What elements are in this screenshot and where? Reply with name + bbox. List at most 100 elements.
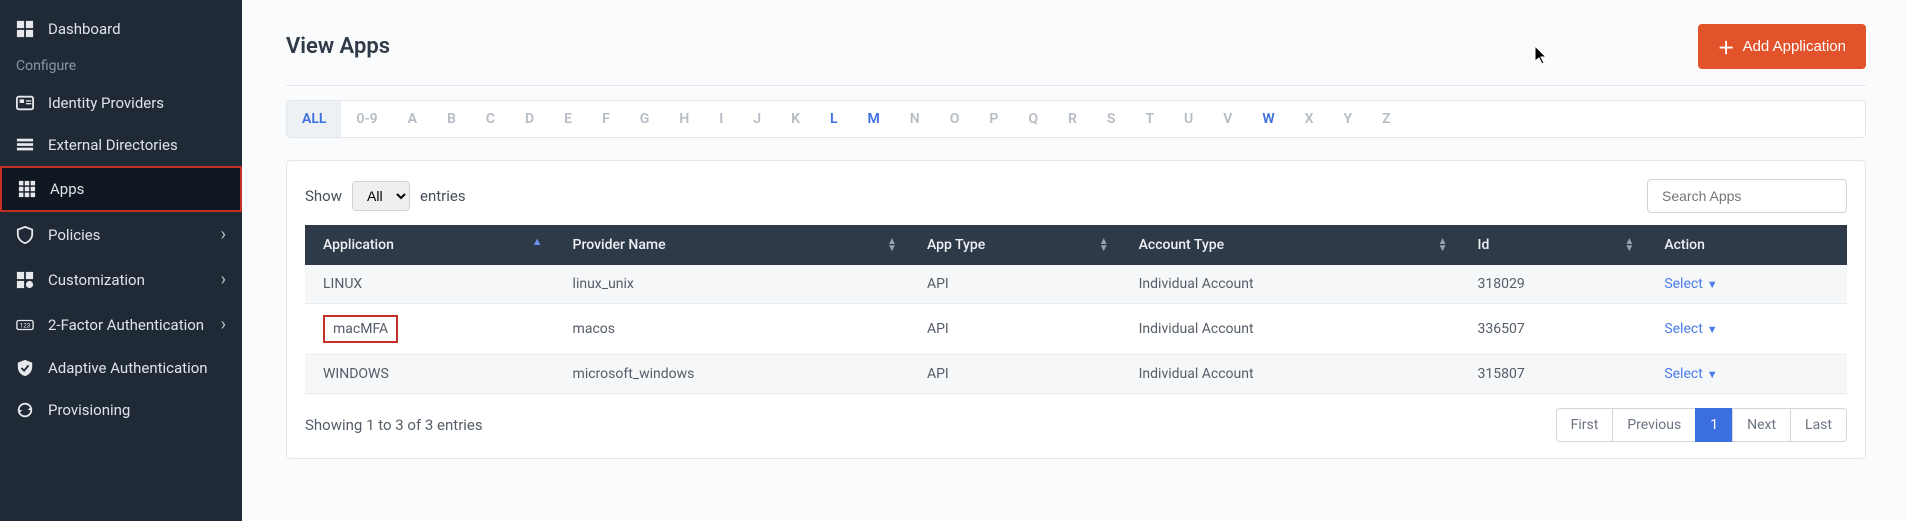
chevron-right-icon: ›	[221, 224, 226, 245]
col-id[interactable]: Id▲▼	[1459, 225, 1646, 265]
alpha-filter-W[interactable]: W	[1247, 101, 1289, 137]
alpha-filter-G[interactable]: G	[625, 101, 665, 137]
cell-account: Individual Account	[1121, 304, 1460, 355]
alpha-filter-K[interactable]: K	[776, 101, 815, 137]
alpha-filter-I[interactable]: I	[704, 101, 738, 137]
shield-icon	[16, 226, 34, 244]
sidebar-item-identity-providers[interactable]: Identity Providers	[0, 82, 242, 124]
apps-tbody: LINUXlinux_unixAPIIndividual Account3180…	[305, 265, 1847, 394]
alpha-filter-A[interactable]: A	[393, 101, 432, 137]
alpha-filter-V[interactable]: V	[1208, 101, 1247, 137]
apps-card: Show All entries Application ▲ Provider …	[286, 160, 1866, 459]
entries-label: entries	[420, 187, 466, 205]
col-label: Application	[323, 237, 394, 253]
sort-icon: ▲▼	[1624, 238, 1634, 252]
alpha-filter-E[interactable]: E	[549, 101, 587, 137]
pager-prev[interactable]: Previous	[1612, 408, 1696, 442]
alpha-filter-0-9[interactable]: 0-9	[341, 101, 392, 137]
cell-provider: microsoft_windows	[555, 355, 909, 394]
sidebar-item-apps[interactable]: Apps	[0, 166, 242, 212]
cell-apptype: API	[909, 355, 1121, 394]
sidebar-item-provisioning[interactable]: Provisioning	[0, 389, 242, 431]
apps-table: Application ▲ Provider Name ▲▼ App Type▲▼…	[305, 225, 1847, 394]
sidebar-item-policies[interactable]: Policies ›	[0, 212, 242, 257]
action-select[interactable]: Select▼	[1664, 366, 1717, 382]
sidebar-item-external-directories[interactable]: External Directories	[0, 124, 242, 166]
cell-id: 315807	[1459, 355, 1646, 394]
col-provider[interactable]: Provider Name ▲▼	[555, 225, 909, 265]
col-label: Provider Name	[573, 237, 666, 253]
table-row: LINUXlinux_unixAPIIndividual Account3180…	[305, 265, 1847, 304]
col-label: Account Type	[1139, 237, 1224, 253]
shield-check-icon	[16, 359, 34, 377]
caret-down-icon: ▼	[1707, 323, 1718, 336]
col-apptype[interactable]: App Type▲▼	[909, 225, 1121, 265]
alpha-filter-B[interactable]: B	[432, 101, 471, 137]
alpha-filter-O[interactable]: O	[935, 101, 975, 137]
plus-icon: ＋	[1718, 34, 1735, 59]
caret-down-icon: ▼	[1707, 278, 1718, 291]
alpha-filter-X[interactable]: X	[1290, 101, 1329, 137]
id-card-icon	[16, 94, 34, 112]
sidebar-item-label: External Directories	[48, 136, 178, 154]
action-select[interactable]: Select▼	[1664, 321, 1717, 337]
pager-first[interactable]: First	[1556, 408, 1614, 442]
alpha-filter-N[interactable]: N	[895, 101, 935, 137]
alpha-filter-M[interactable]: M	[853, 101, 895, 137]
sidebar-item-2fa[interactable]: 123 2-Factor Authentication ›	[0, 302, 242, 347]
cell-id: 336507	[1459, 304, 1646, 355]
alpha-filter-L[interactable]: L	[815, 101, 853, 137]
sidebar-item-customization[interactable]: Customization ›	[0, 257, 242, 302]
svg-text:123: 123	[20, 321, 31, 329]
sidebar-item-label: 2-Factor Authentication	[48, 316, 204, 334]
sidebar-item-label: Apps	[50, 180, 84, 198]
alpha-filter-T[interactable]: T	[1130, 101, 1169, 137]
add-application-button[interactable]: ＋ Add Application	[1698, 24, 1866, 69]
chevron-right-icon: ›	[221, 314, 226, 335]
cell-account: Individual Account	[1121, 355, 1460, 394]
alpha-filter-S[interactable]: S	[1092, 101, 1131, 137]
sort-icon: ▲▼	[887, 238, 897, 252]
sidebar-item-adaptive-auth[interactable]: Adaptive Authentication	[0, 347, 242, 389]
alpha-filter-C[interactable]: C	[471, 101, 510, 137]
table-row: WINDOWS microsoft_windowsAPIIndividual Ac…	[305, 355, 1847, 394]
pager-page-1[interactable]: 1	[1695, 408, 1733, 442]
alpha-filter-Z[interactable]: Z	[1367, 101, 1405, 137]
entries-info: Showing 1 to 3 of 3 entries	[305, 416, 483, 434]
sidebar-item-label: Customization	[48, 271, 145, 289]
sidebar: Dashboard Configure Identity Providers E…	[0, 0, 242, 521]
cell-apptype: API	[909, 304, 1121, 355]
pager-last[interactable]: Last	[1790, 408, 1847, 442]
alpha-filter-P[interactable]: P	[974, 101, 1013, 137]
action-select[interactable]: Select▼	[1664, 276, 1717, 292]
show-entries-select[interactable]: All	[352, 181, 410, 211]
alpha-filter-row: ALL 0-9ABCDEFGHIJKLMNOPQRSTUVWXYZ	[286, 100, 1866, 138]
col-application[interactable]: Application ▲	[305, 225, 555, 265]
show-label: Show	[305, 187, 342, 205]
sort-icon: ▲▼	[1438, 238, 1448, 252]
search-input[interactable]	[1647, 179, 1847, 213]
alpha-filter-U[interactable]: U	[1169, 101, 1208, 137]
cell-application: WINDOWS	[323, 366, 389, 382]
twofa-icon: 123	[16, 316, 34, 334]
alpha-filter-J[interactable]: J	[738, 101, 776, 137]
sidebar-item-dashboard[interactable]: Dashboard	[0, 8, 242, 50]
sidebar-section-configure: Configure	[0, 50, 242, 82]
sidebar-item-label: Adaptive Authentication	[48, 359, 208, 377]
pager-next[interactable]: Next	[1732, 408, 1791, 442]
add-button-label: Add Application	[1743, 38, 1846, 55]
alpha-filter-Q[interactable]: Q	[1013, 101, 1053, 137]
grid-icon	[18, 180, 36, 198]
cell-application: LINUX	[323, 276, 362, 292]
table-row: macMFAmacosAPIIndividual Account336507Se…	[305, 304, 1847, 355]
alpha-filter-R[interactable]: R	[1053, 101, 1092, 137]
alpha-filter-all[interactable]: ALL	[287, 101, 341, 137]
col-label: Action	[1664, 237, 1705, 253]
sidebar-item-label: Identity Providers	[48, 94, 164, 112]
table-footer: Showing 1 to 3 of 3 entries First Previo…	[305, 408, 1847, 442]
alpha-filter-F[interactable]: F	[587, 101, 625, 137]
alpha-filter-H[interactable]: H	[664, 101, 704, 137]
alpha-filter-Y[interactable]: Y	[1329, 101, 1368, 137]
col-account[interactable]: Account Type ▲▼	[1121, 225, 1460, 265]
alpha-filter-D[interactable]: D	[510, 101, 549, 137]
